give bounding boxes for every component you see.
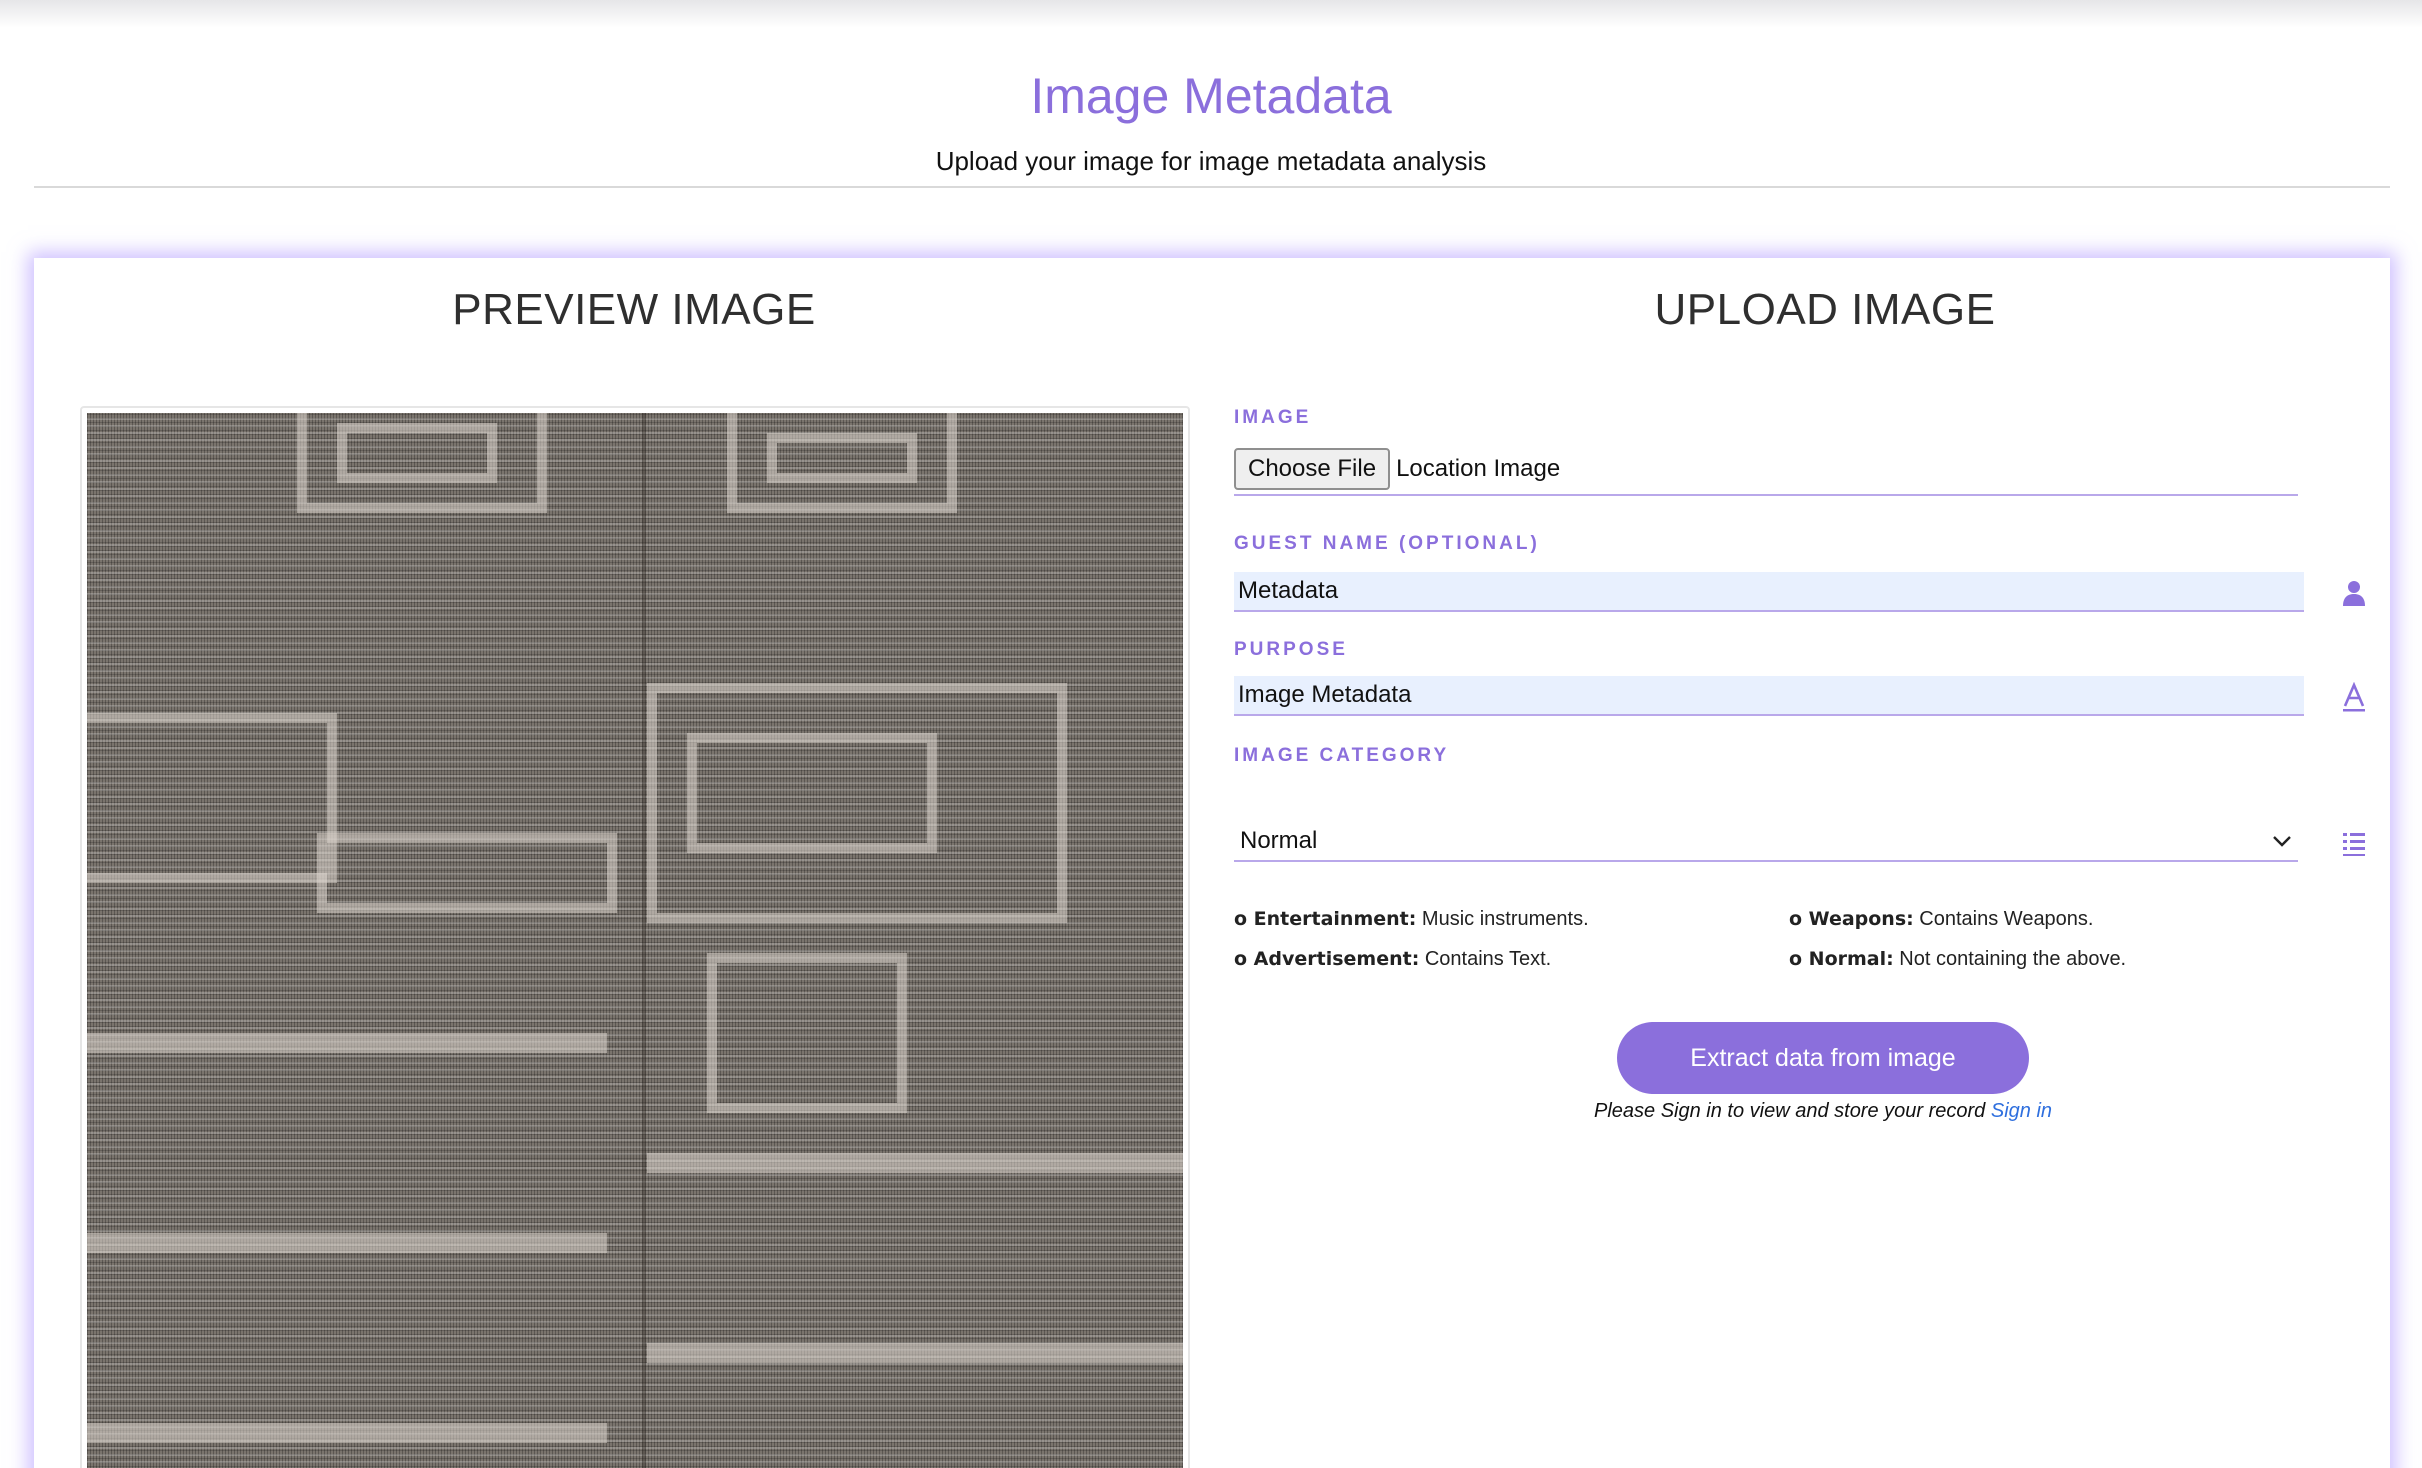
image-label: IMAGE xyxy=(1234,407,1312,428)
page-title: Image Metadata xyxy=(1030,68,1392,124)
choose-file-button[interactable]: Choose File xyxy=(1234,448,1391,490)
font-icon xyxy=(2343,682,2365,712)
preview-title: PREVIEW IMAGE xyxy=(452,285,816,334)
legend-item-advertisement: o Advertisement: Contains Text. xyxy=(1234,946,1551,972)
legend-item-name: o Weapons: xyxy=(1789,908,1914,930)
chevron-down-icon xyxy=(2273,836,2291,847)
legend-item-desc: Contains Text. xyxy=(1419,948,1552,970)
purpose-input[interactable] xyxy=(1234,676,2304,716)
extract-data-button[interactable]: Extract data from image xyxy=(1617,1022,2029,1094)
main-card: PREVIEW IMAGE UPLOAD IMAGE IMAGE Choose … xyxy=(34,258,2390,1468)
guest-name-label: GUEST NAME (OPTIONAL) xyxy=(1234,533,1540,554)
legend-item-entertainment: o Entertainment: Music instruments. xyxy=(1234,906,1589,932)
header-divider xyxy=(34,186,2390,188)
file-input-row: Choose File Location Image xyxy=(1234,444,2298,496)
signin-link[interactable]: Sign in xyxy=(1991,1100,2052,1122)
legend-item-name: o Normal: xyxy=(1789,948,1894,970)
legend-item-name: o Entertainment: xyxy=(1234,908,1417,930)
legend-item-name: o Advertisement: xyxy=(1234,948,1420,970)
list-icon xyxy=(2343,833,2365,856)
legend-item-desc: Music instruments. xyxy=(1416,908,1589,930)
image-category-select[interactable]: Normal xyxy=(1234,822,2298,862)
signin-note-text: Please Sign in to view and store your re… xyxy=(1593,1100,1991,1122)
preview-image-frame xyxy=(80,406,1190,1468)
image-category-label: IMAGE CATEGORY xyxy=(1234,745,1450,766)
page-subtitle: Upload your image for image metadata ana… xyxy=(935,146,1487,176)
guest-name-input[interactable] xyxy=(1234,572,2304,612)
legend-item-desc: Contains Weapons. xyxy=(1913,908,2094,930)
legend-item-normal: o Normal: Not containing the above. xyxy=(1789,946,2126,972)
signin-note: Please Sign in to view and store your re… xyxy=(1234,1100,2412,1123)
legend-item-weapons: o Weapons: Contains Weapons. xyxy=(1789,906,2094,932)
preview-image xyxy=(87,413,1183,1468)
page-header: Image Metadata Upload your image for ima… xyxy=(0,60,2422,178)
upload-title: UPLOAD IMAGE xyxy=(1654,285,1996,334)
category-legend: o Entertainment: Music instruments. o We… xyxy=(1234,906,2344,976)
carpet-seam xyxy=(642,413,646,1468)
image-category-value: Normal xyxy=(1240,827,1318,854)
person-icon xyxy=(2343,581,2365,606)
legend-item-desc: Not containing the above. xyxy=(1893,948,2127,970)
purpose-label: PURPOSE xyxy=(1234,639,1348,660)
browser-top-shadow xyxy=(0,0,2422,28)
file-name: Location Image xyxy=(1396,455,1561,482)
